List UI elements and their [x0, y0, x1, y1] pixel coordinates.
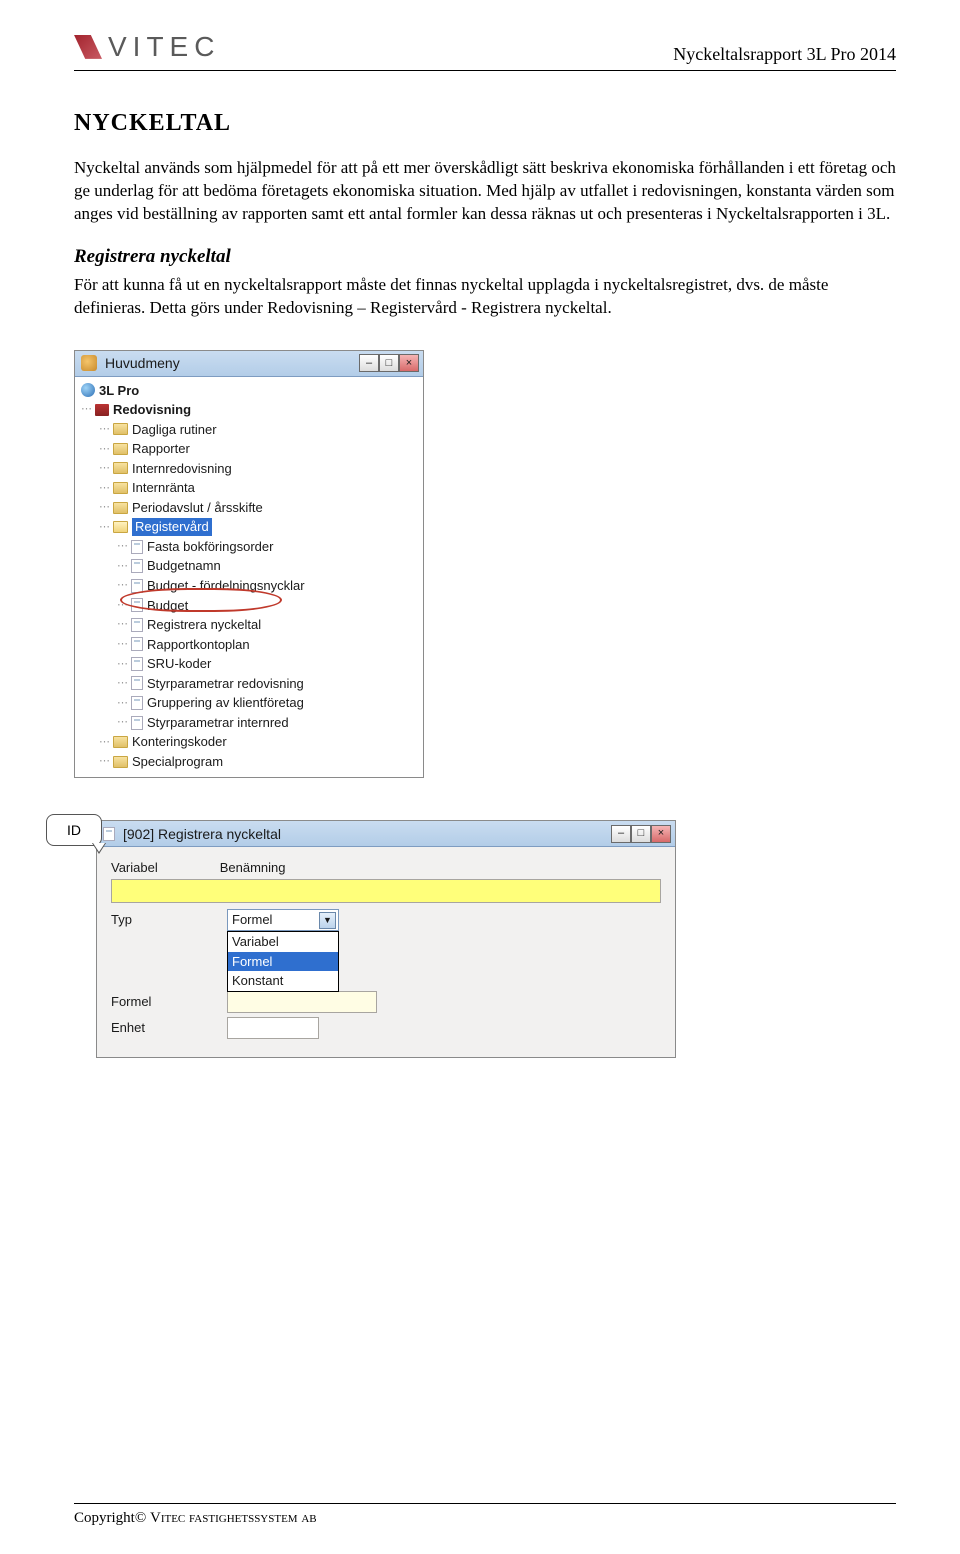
titlebar: [902] Registrera nyckeltal – □ ×: [97, 821, 675, 847]
book-icon: [95, 404, 109, 416]
document-title: Nyckeltalsrapport 3L Pro 2014: [673, 42, 896, 66]
label-enhet: Enhet: [111, 1019, 219, 1037]
logo-text: VITEC: [108, 28, 220, 66]
tree-doc[interactable]: ⋯Rapportkontoplan: [79, 635, 419, 655]
tree-doc[interactable]: ⋯Fasta bokföringsorder: [79, 537, 419, 557]
document-icon: [131, 716, 143, 730]
tree-doc[interactable]: ⋯Budgetnamn: [79, 556, 419, 576]
folder-icon: [113, 423, 128, 435]
menu-tree: 3L Pro ⋯ Redovisning ⋯Dagliga rutiner ⋯R…: [75, 377, 423, 778]
callout-label: ID: [67, 821, 81, 840]
label-formel: Formel: [111, 993, 219, 1011]
tree-folder[interactable]: ⋯Internränta: [79, 478, 419, 498]
window-title: Huvudmeny: [105, 354, 351, 373]
document-icon: [131, 637, 143, 651]
subsection-paragraph: För att kunna få ut en nyckeltalsrapport…: [74, 274, 896, 320]
tree-folder[interactable]: ⋯Periodavslut / årsskifte: [79, 498, 419, 518]
document-icon: [131, 676, 143, 690]
folder-icon: [113, 756, 128, 768]
copyright-prefix: Copyright©: [74, 1510, 150, 1526]
document-icon: [131, 579, 143, 593]
column-header-benamning: Benämning: [220, 859, 286, 877]
tree-folder[interactable]: ⋯Specialprogram: [79, 752, 419, 772]
tree-doc-registrera-nyckeltal[interactable]: ⋯Registrera nyckeltal: [79, 615, 419, 635]
folder-icon: [113, 502, 128, 514]
typ-dropdown: Variabel Formel Konstant: [227, 931, 339, 992]
minimize-button[interactable]: –: [611, 825, 631, 843]
option-konstant[interactable]: Konstant: [228, 971, 338, 991]
document-icon: [131, 618, 143, 632]
copyright-company: Vitec fastighetssystem ab: [150, 1510, 317, 1526]
document-icon: [131, 598, 143, 612]
folder-open-icon: [113, 521, 128, 533]
document-icon: [131, 540, 143, 554]
register-nyckeltal-window: [902] Registrera nyckeltal – □ × Variabe…: [96, 820, 676, 1058]
intro-paragraph: Nyckeltal används som hjälpmedel för att…: [74, 157, 896, 226]
enhet-input[interactable]: [227, 1017, 319, 1039]
maximize-button[interactable]: □: [631, 825, 651, 843]
section-heading: NYCKELTAL: [74, 107, 896, 139]
tree-doc[interactable]: ⋯Gruppering av klientföretag: [79, 693, 419, 713]
tree-doc[interactable]: ⋯Styrparametrar redovisning: [79, 674, 419, 694]
tree-folder-registervard[interactable]: ⋯Registervård: [79, 517, 419, 537]
folder-icon: [113, 443, 128, 455]
window-title: [902] Registrera nyckeltal: [123, 825, 603, 844]
logo-mark-icon: [74, 35, 102, 59]
column-header-variabel: Variabel: [111, 859, 158, 877]
globe-icon: [81, 383, 95, 397]
page-header: VITEC Nyckeltalsrapport 3L Pro 2014: [74, 28, 896, 71]
minimize-button[interactable]: –: [359, 354, 379, 372]
tree-doc[interactable]: ⋯Budget - fördelningsnycklar: [79, 576, 419, 596]
label-typ: Typ: [111, 911, 219, 929]
typ-select[interactable]: Formel ▼ Variabel Formel Konstant: [227, 909, 339, 931]
tree-folder[interactable]: ⋯Konteringskoder: [79, 732, 419, 752]
tree-doc[interactable]: ⋯Styrparametrar internred: [79, 713, 419, 733]
tree-folder[interactable]: ⋯Internredovisning: [79, 459, 419, 479]
page-footer: Copyright© Vitec fastighetssystem ab: [74, 1503, 896, 1528]
select-value: Formel: [232, 911, 272, 929]
tree-folder[interactable]: ⋯Dagliga rutiner: [79, 420, 419, 440]
option-formel[interactable]: Formel: [228, 952, 338, 972]
tree-folder[interactable]: ⋯Rapporter: [79, 439, 419, 459]
id-callout: ID: [46, 814, 102, 846]
document-icon: [131, 696, 143, 710]
folder-icon: [113, 736, 128, 748]
formel-input[interactable]: [227, 991, 377, 1013]
window-icon: [103, 827, 115, 841]
document-icon: [131, 559, 143, 573]
main-menu-window: Huvudmeny – □ × 3L Pro ⋯ Redovisning ⋯Da…: [74, 350, 424, 779]
tree-doc[interactable]: ⋯Budget: [79, 596, 419, 616]
highlighted-row[interactable]: [111, 879, 661, 903]
option-variabel[interactable]: Variabel: [228, 932, 338, 952]
titlebar: Huvudmeny – □ ×: [75, 351, 423, 377]
close-button[interactable]: ×: [399, 354, 419, 372]
close-button[interactable]: ×: [651, 825, 671, 843]
subsection-heading: Registrera nyckeltal: [74, 244, 896, 270]
window-icon: [81, 355, 97, 371]
maximize-button[interactable]: □: [379, 354, 399, 372]
folder-icon: [113, 482, 128, 494]
tree-doc[interactable]: ⋯SRU-koder: [79, 654, 419, 674]
folder-icon: [113, 462, 128, 474]
vitec-logo: VITEC: [74, 28, 220, 66]
tree-root[interactable]: 3L Pro: [79, 381, 419, 401]
tree-section-redovisning[interactable]: ⋯ Redovisning: [79, 400, 419, 420]
chevron-down-icon[interactable]: ▼: [319, 912, 336, 929]
document-icon: [131, 657, 143, 671]
